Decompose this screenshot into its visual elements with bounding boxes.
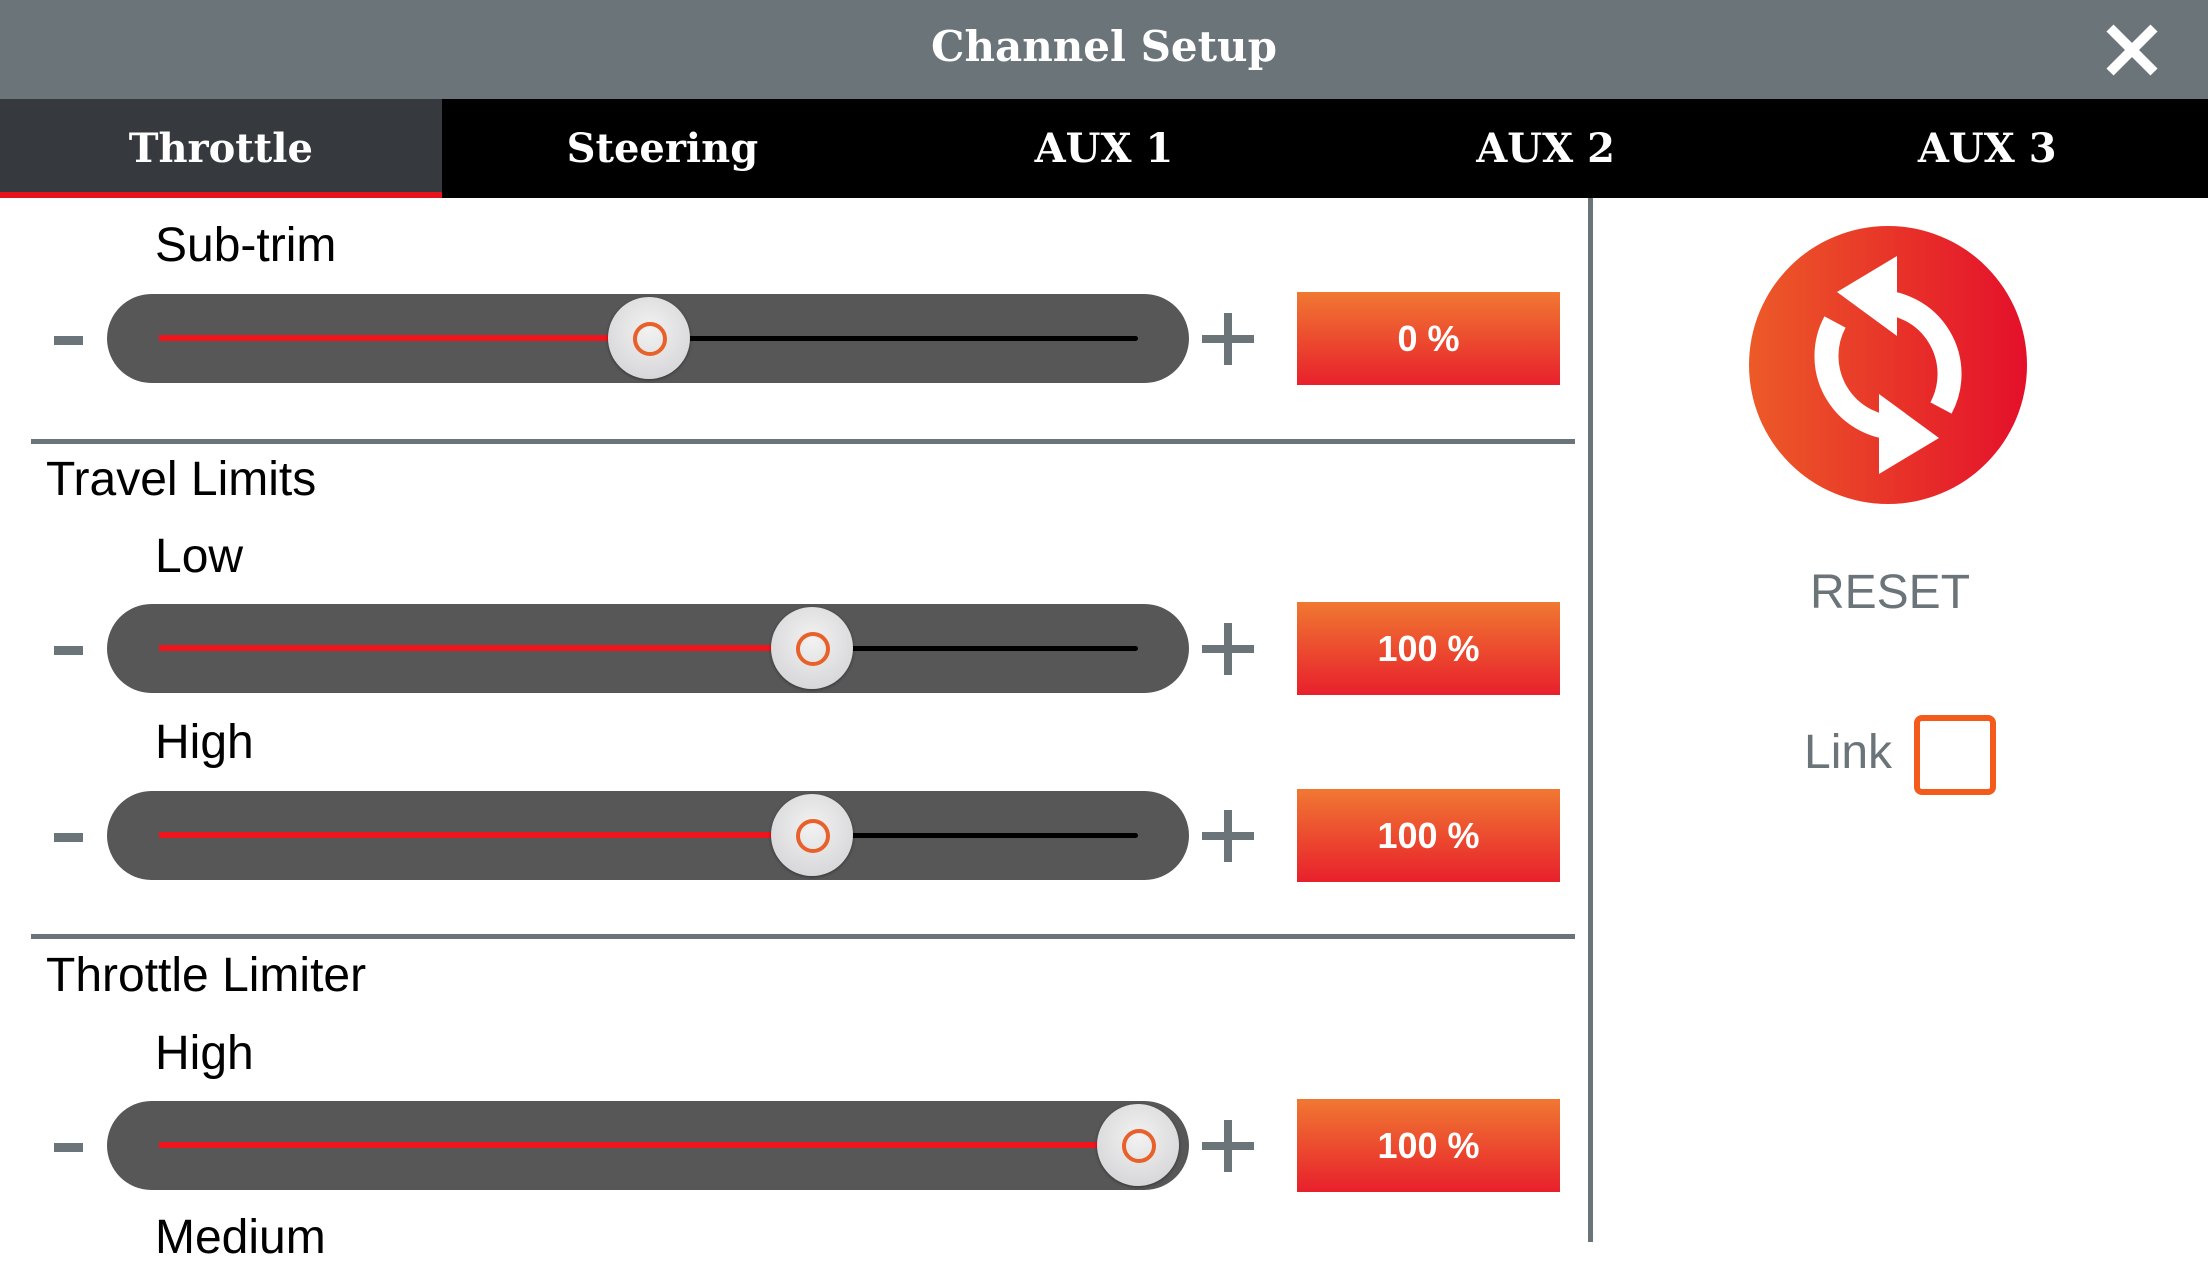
reset-button[interactable]	[1749, 226, 2027, 504]
travel-low-decrement-button[interactable]	[54, 646, 83, 655]
section-divider	[31, 934, 1575, 939]
panel-divider	[1588, 198, 1593, 1242]
limiter-high-value-badge[interactable]: 100 %	[1297, 1099, 1560, 1192]
section-divider	[31, 439, 1575, 444]
slider-fill	[159, 1142, 1138, 1148]
channel-tabs: Throttle Steering AUX 1 AUX 2 AUX 3	[0, 99, 2208, 198]
link-checkbox[interactable]	[1914, 715, 1996, 795]
slider-fill	[159, 832, 812, 838]
tab-aux-2[interactable]: AUX 2	[1325, 99, 1767, 198]
limiter-high-increment-button[interactable]	[1202, 1120, 1254, 1172]
slider-thumb[interactable]	[770, 794, 853, 876]
travel-low-label: Low	[155, 530, 244, 583]
subtrim-decrement-button[interactable]	[54, 336, 83, 345]
slider-thumb[interactable]	[770, 607, 853, 689]
travel-high-slider-row: 100 %	[0, 789, 1590, 882]
travel-high-label: High	[155, 716, 254, 769]
travel-low-increment-button[interactable]	[1202, 623, 1254, 675]
slider-fill	[159, 335, 649, 341]
refresh-arrows-icon	[1814, 256, 1962, 474]
limiter-high-slider-row: 100 %	[0, 1099, 1590, 1192]
travel-high-increment-button[interactable]	[1202, 810, 1254, 862]
slider-thumb[interactable]	[607, 297, 690, 379]
page-title: Channel Setup	[931, 22, 1277, 71]
tab-steering[interactable]: Steering	[442, 99, 884, 198]
limiter-high-label: High	[155, 1027, 254, 1080]
limiter-high-slider[interactable]	[107, 1101, 1189, 1190]
subtrim-slider[interactable]	[107, 294, 1189, 383]
close-x-icon	[2106, 24, 2158, 76]
travel-low-slider-row: 100 %	[0, 602, 1590, 695]
throttle-limiter-title: Throttle Limiter	[46, 949, 367, 1002]
subtrim-value-badge[interactable]: 0 %	[1297, 292, 1560, 385]
travel-high-decrement-button[interactable]	[54, 833, 83, 842]
travel-limits-title: Travel Limits	[46, 453, 317, 506]
header-bar: Channel Setup	[0, 0, 2208, 99]
subtrim-slider-row: 0 %	[0, 292, 1590, 385]
slider-fill	[159, 645, 812, 651]
link-label: Link	[1804, 726, 1893, 779]
subtrim-increment-button[interactable]	[1202, 313, 1254, 365]
travel-low-value-badge[interactable]: 100 %	[1297, 602, 1560, 695]
tab-throttle[interactable]: Throttle	[0, 99, 442, 198]
limiter-high-decrement-button[interactable]	[54, 1143, 83, 1152]
subtrim-label: Sub-trim	[155, 219, 337, 272]
limiter-medium-label: Medium	[155, 1211, 326, 1264]
reset-label: RESET	[1809, 566, 1971, 619]
tab-aux-1[interactable]: AUX 1	[883, 99, 1325, 198]
close-button[interactable]	[2104, 22, 2160, 78]
travel-high-slider[interactable]	[107, 791, 1189, 880]
slider-thumb[interactable]	[1097, 1104, 1179, 1186]
travel-low-slider[interactable]	[107, 604, 1189, 693]
travel-high-value-badge[interactable]: 100 %	[1297, 789, 1560, 882]
tab-aux-3[interactable]: AUX 3	[1766, 99, 2208, 198]
